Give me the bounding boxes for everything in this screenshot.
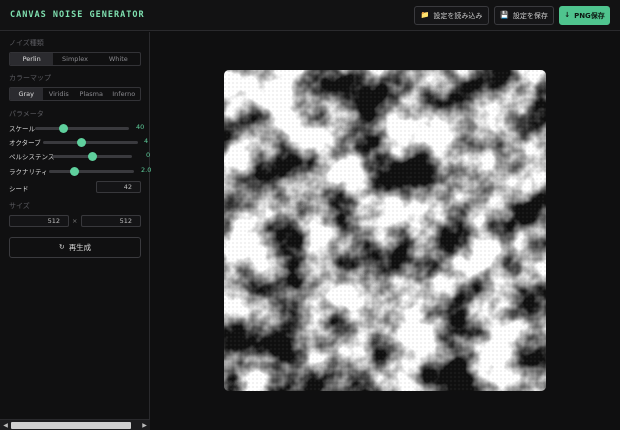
lacunarity-slider[interactable] (49, 167, 134, 176)
scale-label: スケール (9, 125, 35, 133)
scrollbar-thumb[interactable] (11, 422, 131, 429)
octaves-slider-thumb[interactable] (76, 138, 86, 147)
download-icon: ↓ (564, 11, 571, 19)
refresh-icon: ↻ (58, 243, 65, 251)
noise-image (224, 70, 546, 391)
load-settings-button[interactable]: 📁 設定を読み込み (414, 6, 489, 25)
load-settings-label: 設定を読み込み (433, 11, 483, 20)
persistence-row: ペルシステンス 0 (9, 150, 150, 162)
size-separator: × (72, 217, 78, 225)
lacunarity-slider-thumb[interactable] (70, 167, 79, 176)
sidebar: ノイズ種類 Perlin Simplex White カラーマップ Gray V… (0, 32, 152, 430)
seed-label: シード (9, 185, 29, 193)
header-bar: CANVAS NOISE GENERATOR 📁 設定を読み込み 💾 設定を保存… (0, 0, 620, 31)
seed-input[interactable]: 42 (96, 181, 141, 193)
octaves-label: オクターブ (9, 139, 41, 147)
colormap-selector: Gray Viridis Plasma Inferno (9, 87, 141, 101)
noise-option-perlin[interactable]: Perlin (10, 53, 54, 65)
octaves-value: 4 (144, 137, 149, 145)
app-title: CANVAS NOISE GENERATOR (10, 10, 145, 20)
colormap-heading: カラーマップ (9, 74, 51, 82)
height-input[interactable]: 512 (81, 215, 141, 227)
scale-row: スケール 40 (9, 122, 150, 134)
lacunarity-label: ラクナリティ (9, 168, 48, 176)
sidebar-horizontal-scrollbar[interactable]: ◀ ▶ (0, 419, 150, 430)
colormap-option-viridis[interactable]: Viridis (43, 88, 76, 100)
noise-option-simplex[interactable]: Simplex (53, 53, 96, 65)
save-settings-button[interactable]: 💾 設定を保存 (494, 6, 554, 25)
regenerate-label: 再生成 (68, 243, 92, 252)
regenerate-button[interactable]: ↻ 再生成 (9, 237, 141, 258)
persistence-slider[interactable] (52, 152, 132, 161)
colormap-option-gray[interactable]: Gray (10, 88, 43, 100)
colormap-option-plasma[interactable]: Plasma (75, 88, 108, 100)
octaves-slider[interactable] (43, 138, 138, 147)
noise-option-white[interactable]: White (97, 53, 140, 65)
persistence-value: 0 (146, 151, 151, 159)
octaves-row: オクターブ 4 (9, 136, 150, 148)
scale-value: 40 (136, 123, 145, 131)
lacunarity-value: 2.0 (141, 166, 152, 174)
colormap-option-inferno[interactable]: Inferno (108, 88, 141, 100)
save-settings-label: 設定を保存 (512, 11, 548, 20)
noise-type-selector: Perlin Simplex White (9, 52, 141, 66)
save-png-button[interactable]: ↓ PNG保存 (559, 6, 610, 25)
size-heading: サイズ (9, 202, 30, 210)
floppy-icon: 💾 (500, 11, 509, 19)
lacunarity-row: ラクナリティ 2.0 (9, 165, 152, 177)
scale-slider[interactable] (35, 124, 129, 133)
persistence-label: ペルシステンス (9, 153, 55, 161)
persistence-slider-thumb[interactable] (87, 152, 97, 161)
scroll-left-arrow-icon[interactable]: ◀ (1, 421, 10, 430)
save-png-label: PNG保存 (574, 11, 605, 20)
params-heading: パラメータ (9, 110, 44, 118)
folder-icon: 📁 (420, 11, 430, 19)
width-input[interactable]: 512 (9, 215, 69, 227)
scroll-right-arrow-icon[interactable]: ▶ (140, 421, 149, 430)
noise-type-heading: ノイズ種類 (9, 39, 44, 47)
scale-slider-thumb[interactable] (58, 124, 68, 133)
noise-canvas (224, 70, 546, 391)
